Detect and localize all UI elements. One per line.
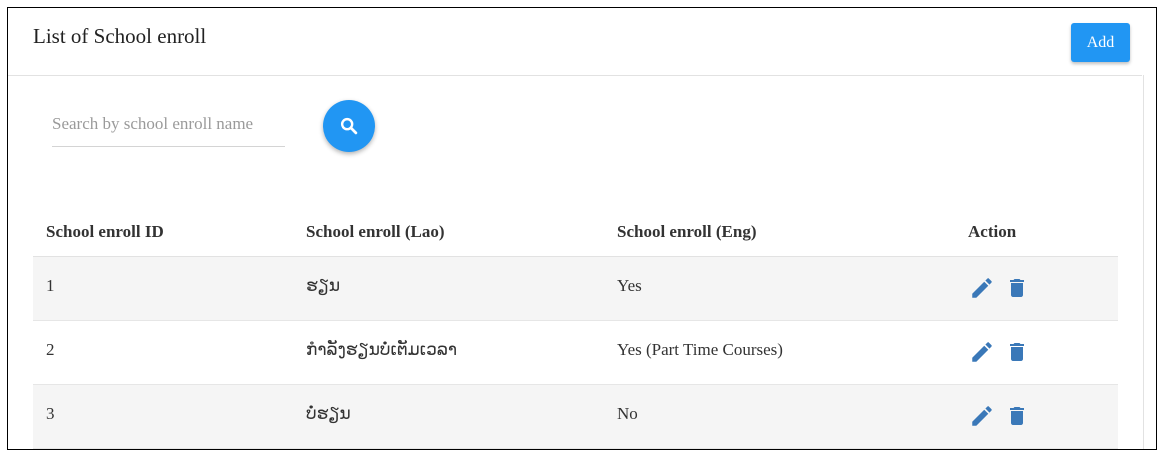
row-actions xyxy=(969,402,1029,430)
cell-id: 3 xyxy=(46,404,55,423)
table-row: 1 ຮຽນ Yes xyxy=(33,257,1118,321)
page-title: List of School enroll xyxy=(33,24,207,48)
cell-id: 1 xyxy=(46,276,55,295)
cell-lao: ກໍາລັງຮຽນບໍ່ເຕັມເວລາ xyxy=(306,340,458,359)
add-button[interactable]: Add xyxy=(1071,23,1130,62)
cell-eng: Yes xyxy=(617,276,642,295)
cell-eng: Yes (Part Time Courses) xyxy=(617,340,783,359)
delete-icon xyxy=(1010,279,1024,297)
edit-button[interactable] xyxy=(969,403,995,429)
row-actions xyxy=(969,274,1029,302)
edit-icon xyxy=(972,278,992,298)
delete-icon xyxy=(1010,343,1024,361)
delete-button[interactable] xyxy=(1005,338,1029,366)
cell-eng: No xyxy=(617,404,638,423)
column-header-eng: School enroll (Eng) xyxy=(617,222,757,241)
table-header: School enroll ID School enroll (Lao) Sch… xyxy=(33,209,1118,257)
cell-lao: ບໍ່ຮຽນ xyxy=(306,404,351,423)
table-row: 2 ກໍາລັງຮຽນບໍ່ເຕັມເວລາ Yes (Part Time Co… xyxy=(33,321,1118,385)
row-actions xyxy=(969,338,1029,366)
school-enroll-panel: List of School enroll Add School enroll … xyxy=(7,7,1157,450)
search-button[interactable] xyxy=(323,100,375,152)
cell-id: 2 xyxy=(46,340,55,359)
column-header-action: Action xyxy=(968,222,1017,241)
search-icon xyxy=(340,117,358,135)
delete-button[interactable] xyxy=(1005,274,1029,302)
panel-divider xyxy=(1143,75,1144,449)
edit-icon xyxy=(972,406,992,426)
school-enroll-table: School enroll ID School enroll (Lao) Sch… xyxy=(33,209,1118,449)
panel-header: List of School enroll Add xyxy=(8,8,1142,76)
cell-lao: ຮຽນ xyxy=(306,276,341,295)
delete-button[interactable] xyxy=(1005,402,1029,430)
search-input[interactable] xyxy=(52,104,285,144)
edit-button[interactable] xyxy=(969,339,995,365)
edit-icon xyxy=(972,342,992,362)
column-header-id: School enroll ID xyxy=(46,222,164,241)
table-row: 3 ບໍ່ຮຽນ No xyxy=(33,385,1118,449)
search-field xyxy=(52,104,285,147)
delete-icon xyxy=(1010,407,1024,425)
edit-button[interactable] xyxy=(969,275,995,301)
column-header-lao: School enroll (Lao) xyxy=(306,222,445,241)
